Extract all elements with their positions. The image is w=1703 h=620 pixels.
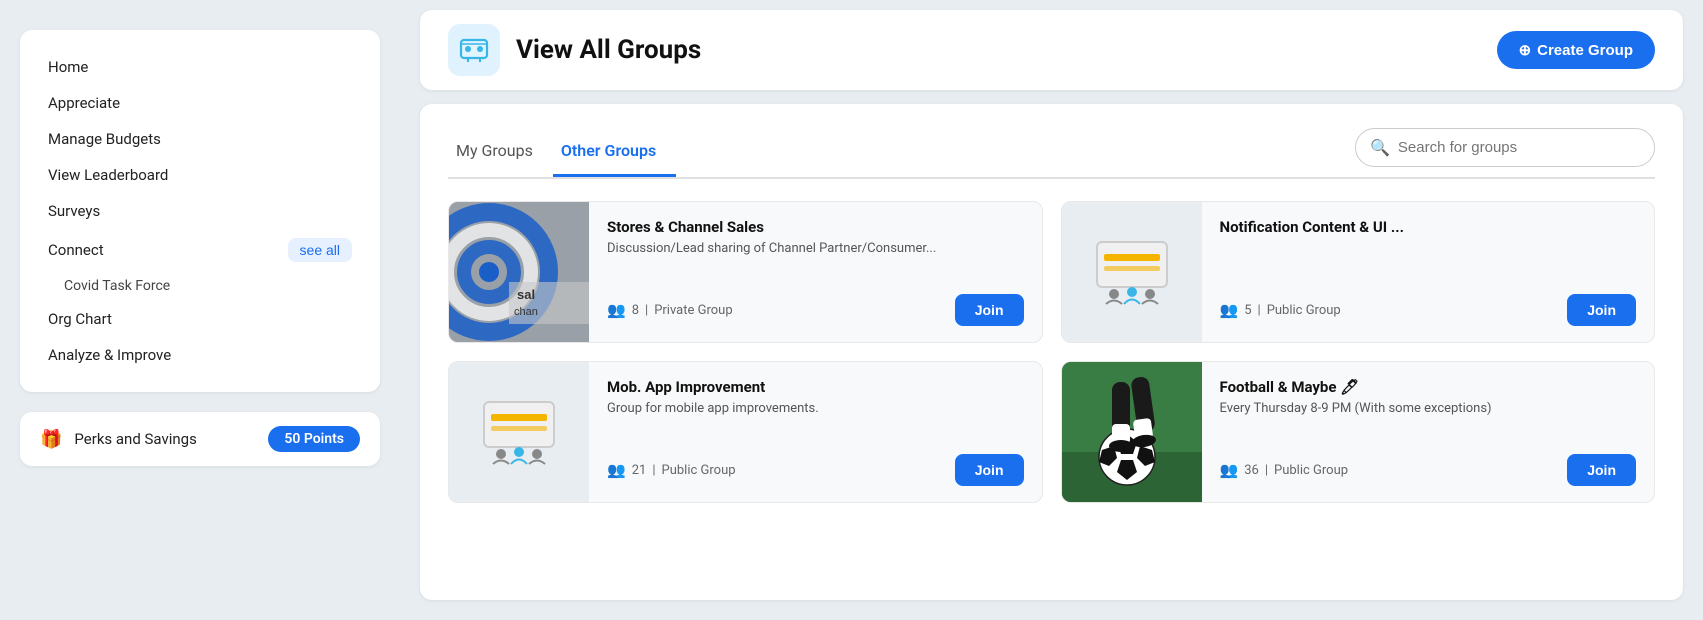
- sidebar: Home Appreciate Manage Budgets View Lead…: [0, 0, 400, 620]
- people-icon-football: 👥: [1220, 461, 1239, 479]
- group-desc-mob-app: Group for mobile app improvements.: [607, 400, 1024, 446]
- sidebar-nav: Home Appreciate Manage Budgets View Lead…: [20, 30, 380, 392]
- group-desc-notification: [1220, 240, 1637, 286]
- sidebar-item-analyze-improve[interactable]: Analyze & Improve: [44, 338, 356, 372]
- perks-label: Perks and Savings: [74, 430, 256, 448]
- people-icon-mob-app: 👥: [607, 461, 626, 479]
- join-button-notification[interactable]: Join: [1567, 294, 1636, 326]
- sidebar-item-manage-budgets[interactable]: Manage Budgets: [44, 122, 356, 156]
- header-bar: View All Groups ⊕ Create Group: [420, 10, 1683, 90]
- group-name-notification: Notification Content & UI ...: [1220, 218, 1637, 236]
- search-input[interactable]: [1398, 139, 1636, 156]
- group-type-notification: Public Group: [1267, 303, 1341, 318]
- sidebar-item-view-leaderboard[interactable]: View Leaderboard: [44, 158, 356, 192]
- sidebar-item-connect[interactable]: Connect see all: [44, 230, 356, 270]
- group-footer-notification: 👥 5 | Public Group Join: [1220, 294, 1637, 326]
- group-desc-stores: Discussion/Lead sharing of Channel Partn…: [607, 240, 1024, 286]
- sidebar-item-surveys[interactable]: Surveys: [44, 194, 356, 228]
- group-type-stores: Private Group: [654, 303, 732, 318]
- group-card-football: Football & Maybe 🖊 Every Thursday 8-9 PM…: [1061, 361, 1656, 503]
- group-desc-football: Every Thursday 8-9 PM (With some excepti…: [1220, 400, 1637, 446]
- groups-icon: [448, 24, 500, 76]
- main-content: View All Groups ⊕ Create Group My Groups…: [400, 0, 1703, 620]
- group-info-mob-app: Mob. App Improvement Group for mobile ap…: [589, 362, 1042, 502]
- sidebar-item-appreciate[interactable]: Appreciate: [44, 86, 356, 120]
- sidebar-item-covid-task-force[interactable]: Covid Task Force: [44, 272, 356, 300]
- create-group-button[interactable]: ⊕ Create Group: [1497, 31, 1655, 69]
- group-meta-notification: 👥 5 | Public Group: [1220, 301, 1341, 319]
- group-image-notification: [1062, 202, 1202, 342]
- group-name-mob-app: Mob. App Improvement: [607, 378, 1024, 396]
- group-meta-stores: 👥 8 | Private Group: [607, 301, 733, 319]
- member-count-notification: 5: [1244, 303, 1251, 318]
- group-type-football: Public Group: [1274, 463, 1348, 478]
- tab-other-groups[interactable]: Other Groups: [553, 131, 676, 177]
- sidebar-item-org-chart[interactable]: Org Chart: [44, 302, 356, 336]
- group-footer-stores: 👥 8 | Private Group Join: [607, 294, 1024, 326]
- join-button-stores[interactable]: Join: [955, 294, 1024, 326]
- join-button-football[interactable]: Join: [1567, 454, 1636, 486]
- member-count-football: 36: [1244, 463, 1259, 478]
- group-info-stores: Stores & Channel Sales Discussion/Lead s…: [589, 202, 1042, 342]
- people-icon-notification: 👥: [1220, 301, 1239, 319]
- group-info-football: Football & Maybe 🖊 Every Thursday 8-9 PM…: [1202, 362, 1655, 502]
- points-badge: 50 Points: [268, 426, 360, 452]
- see-all-button[interactable]: see all: [288, 238, 352, 262]
- plus-icon: ⊕: [1519, 41, 1532, 59]
- group-image-mob-app: [449, 362, 589, 502]
- search-box: 🔍: [1355, 128, 1655, 167]
- people-icon-stores: 👥: [607, 301, 626, 319]
- perks-box: 🎁 Perks and Savings 50 Points: [20, 412, 380, 466]
- group-meta-football: 👥 36 | Public Group: [1220, 461, 1349, 479]
- group-name-stores: Stores & Channel Sales: [607, 218, 1024, 236]
- svg-text:sal: sal: [517, 287, 535, 302]
- group-type-mob-app: Public Group: [662, 463, 736, 478]
- header-left: View All Groups: [448, 24, 701, 76]
- group-footer-mob-app: 👥 21 | Public Group Join: [607, 454, 1024, 486]
- content-panel: My Groups Other Groups 🔍: [420, 104, 1683, 600]
- join-button-mob-app[interactable]: Join: [955, 454, 1024, 486]
- sidebar-item-home[interactable]: Home: [44, 50, 356, 84]
- group-card-mob-app: Mob. App Improvement Group for mobile ap…: [448, 361, 1043, 503]
- group-image-football: [1062, 362, 1202, 502]
- tabs-row: My Groups Other Groups: [448, 131, 676, 175]
- group-image-stores: sal chan: [449, 202, 589, 342]
- group-info-notification: Notification Content & UI ... 👥 5 | Publ…: [1202, 202, 1655, 342]
- svg-text:chan: chan: [514, 306, 538, 318]
- group-card-notification: Notification Content & UI ... 👥 5 | Publ…: [1061, 201, 1656, 343]
- tabs-search-row: My Groups Other Groups 🔍: [448, 128, 1655, 179]
- member-count-mob-app: 21: [632, 463, 647, 478]
- search-icon: 🔍: [1370, 138, 1390, 157]
- group-footer-football: 👥 36 | Public Group Join: [1220, 454, 1637, 486]
- group-card-stores-channel: sal chan Stores & Channel Sales Discussi…: [448, 201, 1043, 343]
- group-meta-mob-app: 👥 21 | Public Group: [607, 461, 736, 479]
- page-title: View All Groups: [516, 35, 701, 65]
- group-name-football: Football & Maybe 🖊: [1220, 378, 1637, 396]
- tab-my-groups[interactable]: My Groups: [448, 131, 553, 177]
- groups-grid: sal chan Stores & Channel Sales Discussi…: [448, 201, 1655, 503]
- member-count-stores: 8: [632, 303, 639, 318]
- perks-icon: 🎁: [40, 429, 62, 450]
